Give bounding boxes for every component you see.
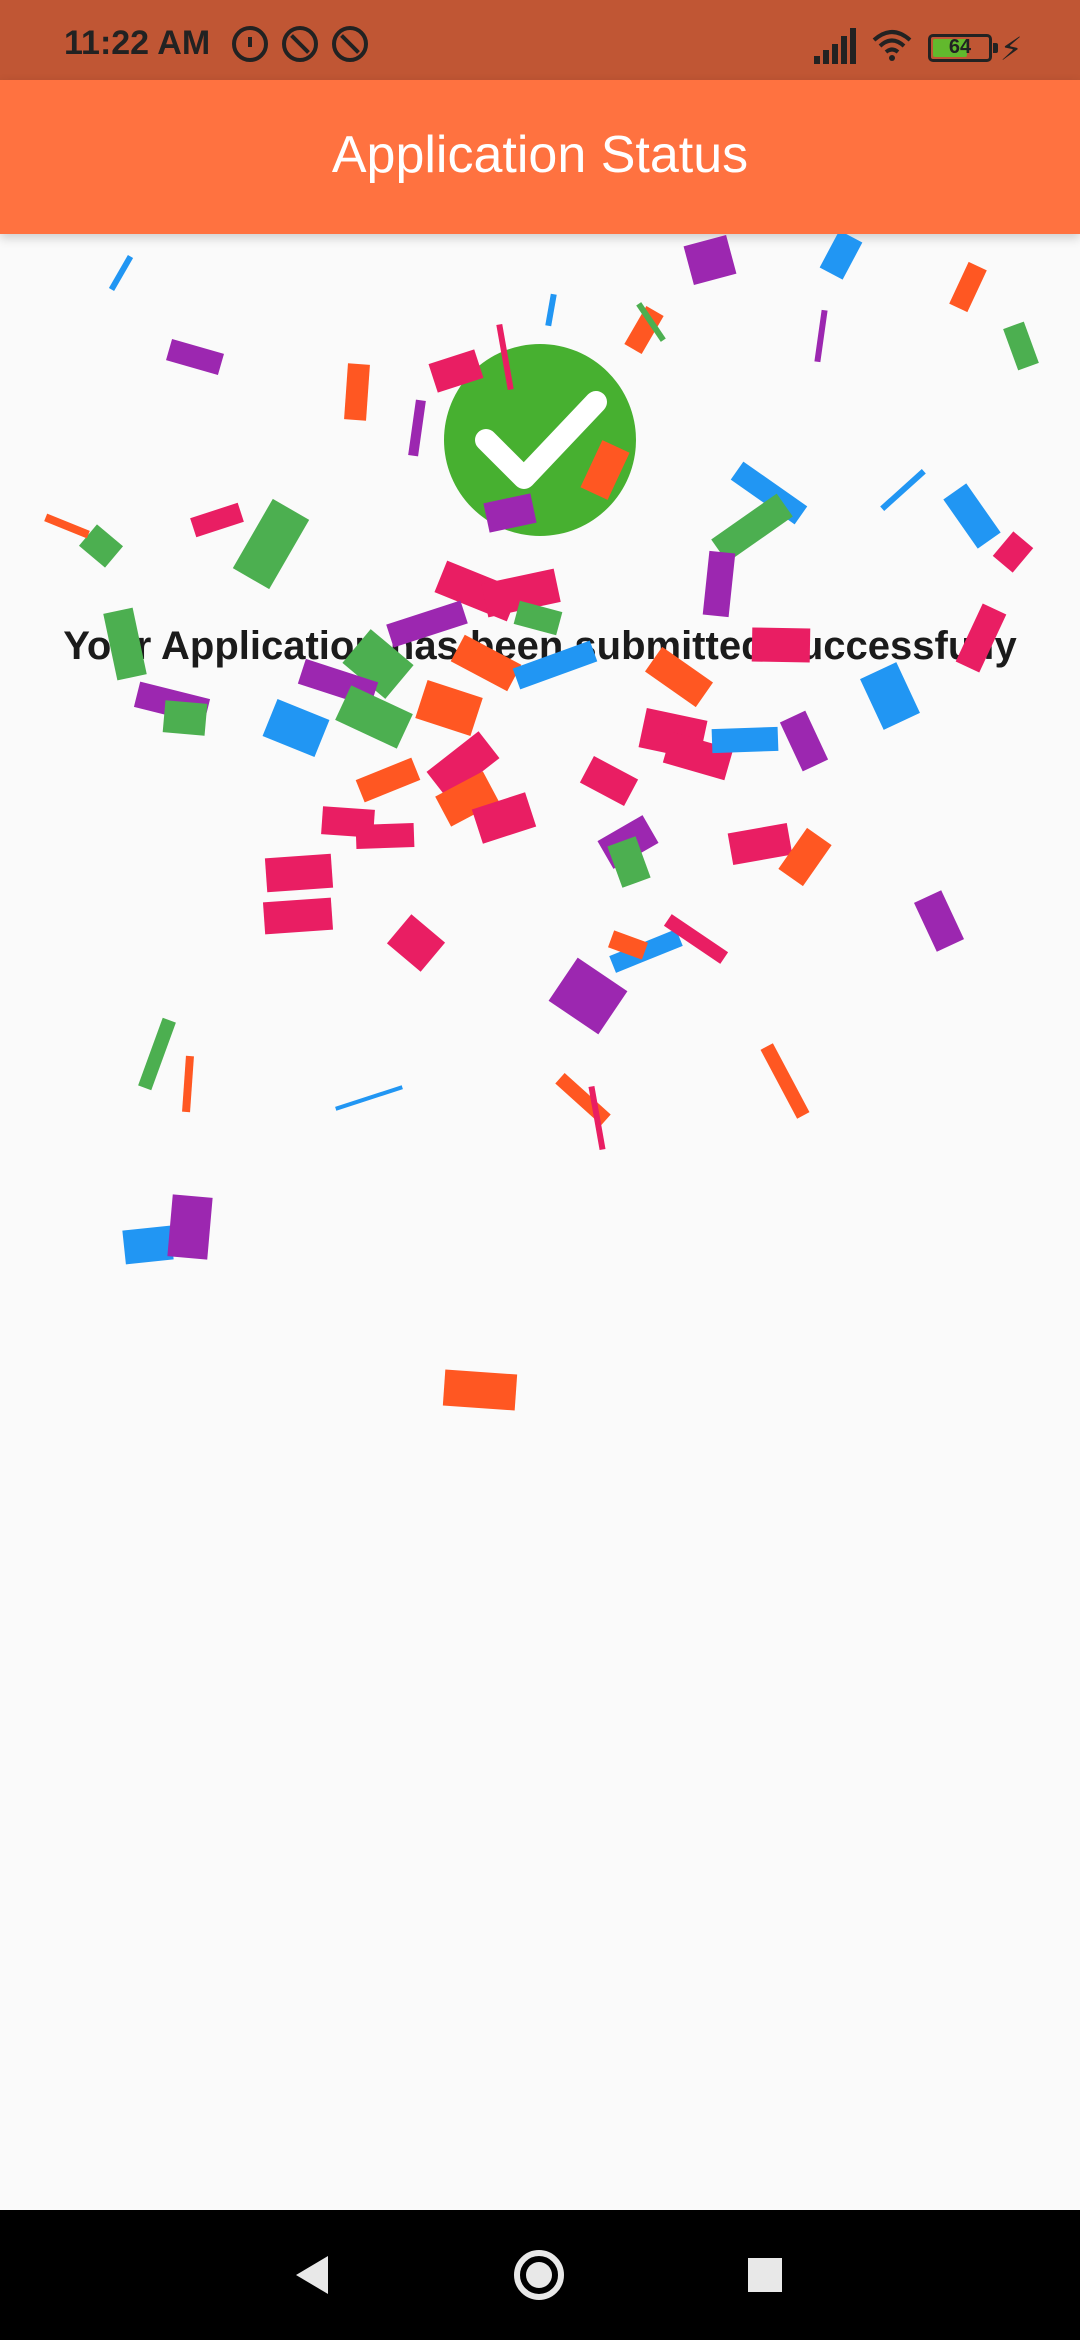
do-not-disturb-icon <box>332 26 368 62</box>
confetti-piece <box>711 726 779 754</box>
confetti-piece <box>913 890 965 952</box>
confetti-piece <box>122 1225 174 1265</box>
confetti-piece <box>943 483 1001 549</box>
confetti-piece <box>636 302 666 342</box>
confetti-piece <box>760 1043 810 1119</box>
confetti-piece <box>548 957 628 1035</box>
confetti-piece <box>607 836 651 888</box>
confetti-piece <box>481 568 561 618</box>
confetti-piece <box>860 662 920 730</box>
success-check-icon <box>444 344 636 536</box>
signal-strength-icon <box>814 28 856 64</box>
page-title: Application Status <box>331 126 749 184</box>
confetti-piece <box>138 1017 176 1091</box>
battery-icon: 64 <box>928 34 998 62</box>
confetti-piece <box>162 700 208 736</box>
confetti-piece <box>232 498 310 590</box>
confetti-piece <box>434 560 520 622</box>
status-bar: 11:22 AM 64 ⚡ <box>0 0 1080 80</box>
confetti-piece <box>108 255 134 291</box>
content-area: Your Application has been submitted succ… <box>0 234 1080 2210</box>
confetti-piece <box>471 792 537 844</box>
confetti-piece <box>727 823 793 865</box>
confetti-piece <box>182 1055 194 1113</box>
do-not-disturb-icon <box>282 26 318 62</box>
confetti-piece <box>344 363 370 421</box>
confetti-piece <box>663 914 729 964</box>
app-bar: Application Status <box>0 80 1080 234</box>
confetti-piece <box>555 1073 611 1125</box>
confetti-piece <box>167 1194 213 1260</box>
confetti-piece <box>608 930 648 960</box>
confetti-piece <box>880 469 926 511</box>
wifi-icon <box>872 30 912 61</box>
confetti-piece <box>662 731 734 781</box>
success-message: Your Application has been submitted succ… <box>63 624 1017 668</box>
confetti-piece <box>355 822 415 850</box>
confetti-piece <box>683 234 737 286</box>
back-icon[interactable] <box>296 2256 328 2294</box>
confetti-piece <box>819 234 863 280</box>
confetti-piece <box>778 827 832 887</box>
confetti-piece <box>335 685 413 749</box>
confetti-piece <box>321 806 375 838</box>
navigation-bar <box>0 2210 1080 2340</box>
confetti-piece <box>779 710 829 772</box>
confetti-piece <box>78 524 124 568</box>
confetti-piece <box>386 914 446 972</box>
confetti-piece <box>262 897 334 935</box>
confetti-piece <box>609 929 683 973</box>
confetti-piece <box>442 1369 518 1411</box>
confetti-piece <box>597 815 659 869</box>
charging-icon: ⚡ <box>1000 30 1023 68</box>
confetti-piece <box>44 513 90 539</box>
status-time: 11:22 AM <box>64 24 211 62</box>
confetti-piece <box>435 771 499 827</box>
confetti-piece <box>133 681 211 725</box>
confetti-piece <box>992 531 1034 573</box>
alarm-icon <box>232 26 268 62</box>
confetti-piece <box>264 853 334 893</box>
confetti-piece <box>335 1085 403 1111</box>
confetti-piece <box>408 399 426 457</box>
confetti-piece <box>949 261 987 313</box>
confetti-piece <box>355 757 421 803</box>
confetti-piece <box>1003 321 1039 371</box>
confetti-piece <box>545 293 557 327</box>
confetti-piece <box>702 550 736 618</box>
confetti-piece <box>814 309 828 363</box>
confetti-piece <box>588 1085 606 1151</box>
confetti-piece <box>711 493 793 563</box>
confetti-piece <box>415 680 483 736</box>
confetti-piece <box>426 731 500 799</box>
confetti-piece <box>638 707 708 761</box>
home-icon[interactable] <box>514 2250 564 2300</box>
confetti-piece <box>730 461 808 525</box>
confetti-piece <box>190 502 244 538</box>
confetti-piece <box>262 698 330 758</box>
battery-level: 64 <box>948 36 972 58</box>
confetti-piece <box>579 756 639 806</box>
recents-icon[interactable] <box>748 2258 782 2292</box>
confetti-piece <box>166 338 224 376</box>
